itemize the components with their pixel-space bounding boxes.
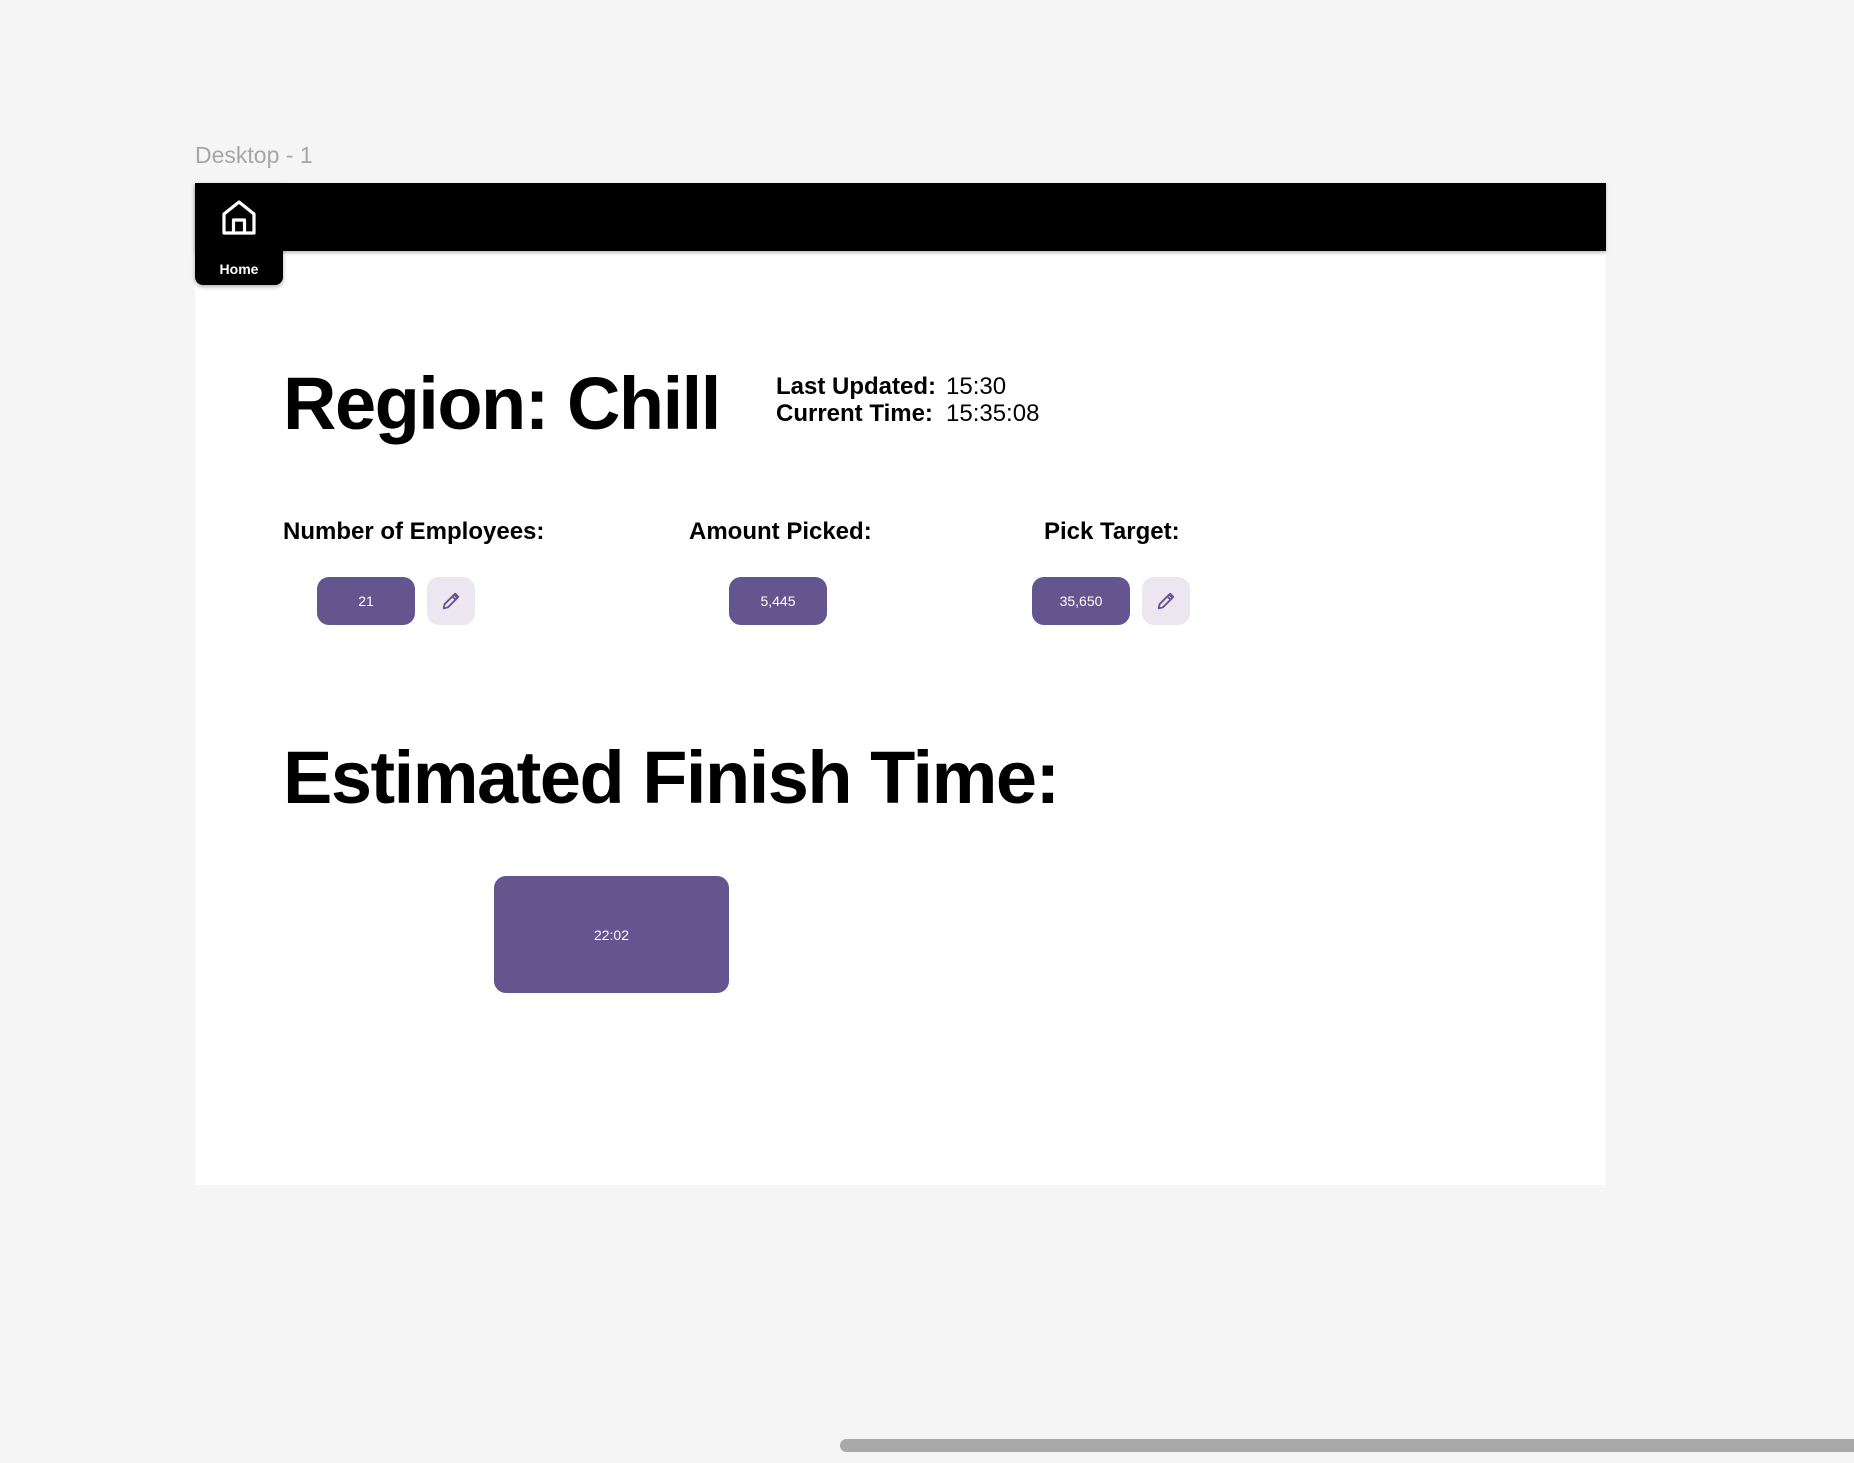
home-nav-button[interactable]: Home	[195, 183, 283, 285]
pick-target-label: Pick Target:	[1044, 518, 1180, 545]
region-title: Region: Chill	[283, 362, 721, 445]
finish-time-value-box: 22:02	[494, 876, 729, 993]
desktop-frame: Home Region: Chill Last Updated: 15:30 C…	[195, 183, 1606, 1185]
finish-time-title: Estimated Finish Time:	[283, 736, 1060, 819]
time-info: Last Updated: 15:30 Current Time: 15:35:…	[776, 373, 1039, 427]
amount-picked-value-chip: 5,445	[729, 577, 827, 625]
horizontal-scrollbar[interactable]	[840, 1439, 1854, 1452]
employees-label: Number of Employees:	[283, 518, 545, 545]
home-label: Home	[219, 261, 259, 277]
employees-value-chip[interactable]: 21	[317, 577, 415, 625]
home-icon	[222, 200, 256, 235]
edit-employees-button[interactable]	[427, 577, 475, 625]
amount-picked-label: Amount Picked:	[689, 518, 872, 545]
edit-pick-target-button[interactable]	[1142, 577, 1190, 625]
last-updated-row: Last Updated: 15:30	[776, 373, 1039, 400]
top-nav-bar	[195, 183, 1606, 251]
last-updated-value: 15:30	[946, 373, 1007, 400]
pencil-icon	[1157, 592, 1175, 610]
frame-label: Desktop - 1	[195, 142, 313, 168]
current-time-label: Current Time:	[776, 400, 933, 427]
current-time-row: Current Time: 15:35:08	[776, 400, 1039, 427]
pencil-icon	[442, 592, 460, 610]
last-updated-label: Last Updated:	[776, 373, 937, 400]
current-time-value: 15:35:08	[946, 400, 1040, 427]
pick-target-value-chip[interactable]: 35,650	[1032, 577, 1130, 625]
